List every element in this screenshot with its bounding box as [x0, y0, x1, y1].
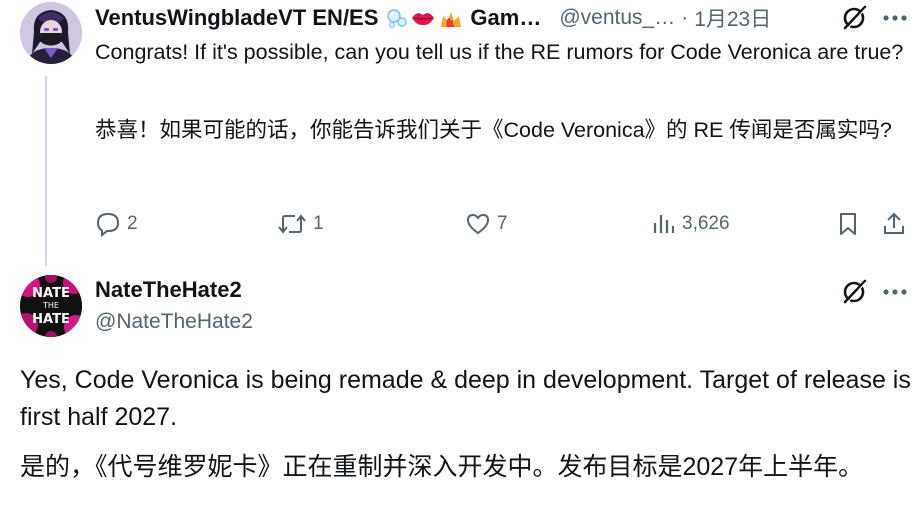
display-name[interactable]: VentusWingbladeVT EN/ES: [95, 5, 378, 31]
lips-emoji-icon: [412, 13, 435, 26]
more-options-icon[interactable]: [881, 282, 909, 302]
reply-button[interactable]: 2: [95, 206, 138, 242]
display-name[interactable]: NateTheHate2: [95, 277, 242, 303]
bookmark-icon: [840, 213, 856, 235]
share-icon: [884, 212, 904, 234]
retweet-button[interactable]: 1: [277, 206, 324, 242]
bookmark-button[interactable]: [835, 206, 861, 242]
svg-text:THE: THE: [42, 301, 59, 310]
name-emojis: [386, 7, 466, 29]
heart-icon: [466, 213, 490, 235]
avatar[interactable]: [20, 2, 82, 64]
more-options-icon[interactable]: [881, 8, 909, 28]
reply-tweet[interactable]: VentusWingbladeVT EN/ES Gam… @ventus_… ·…: [0, 0, 924, 266]
retweet-icon: [278, 214, 306, 234]
grok-icon[interactable]: [841, 277, 869, 305]
like-button[interactable]: 7: [465, 206, 508, 242]
tweet-date[interactable]: 1月23日: [694, 3, 771, 33]
svg-text:NATE: NATE: [32, 286, 70, 301]
separator-dot: ·: [681, 6, 689, 29]
like-count: 7: [497, 213, 508, 234]
crown-fire-emoji-icon: [441, 12, 462, 27]
avatar-image: [20, 2, 82, 64]
tweet-translation: 恭喜！如果可能的话，你能告诉我们关于《Code Veronica》的 RE 传闻…: [95, 118, 892, 142]
share-button[interactable]: [881, 206, 907, 242]
tweet-translation: 是的，《代号维罗妮卡》正在重制并深入开发中。发布目标是2027年上半年。: [20, 453, 864, 481]
tweet-text: Yes, Code Veronica is being remade & dee…: [20, 366, 911, 431]
reply-count: 2: [127, 213, 138, 234]
svg-text:HATE: HATE: [32, 312, 70, 327]
avatar[interactable]: NATE THE HATE: [20, 275, 82, 337]
retweet-count: 1: [313, 213, 324, 234]
view-count: 3,626: [682, 213, 730, 234]
user-handle[interactable]: @ventus_…: [559, 6, 675, 30]
user-handle[interactable]: @NateTheHate2: [95, 310, 253, 334]
tweet-text: Congrats! If it's possible, can you tell…: [95, 40, 904, 64]
tweet-actions: 2 1 7 3,626: [95, 206, 915, 242]
reply-header: VentusWingbladeVT EN/ES Gam… @ventus_… ·…: [95, 3, 915, 33]
analytics-icon: [653, 215, 675, 233]
display-name-suffix[interactable]: Gam…: [470, 5, 541, 31]
avatar-logo-image: NATE THE HATE: [20, 275, 82, 337]
bubbles-emoji-icon: [387, 9, 408, 28]
reply-icon: [96, 212, 120, 237]
grok-icon[interactable]: [841, 3, 869, 31]
views-button[interactable]: 3,626: [650, 206, 730, 242]
thread-connector-line: [45, 76, 47, 266]
